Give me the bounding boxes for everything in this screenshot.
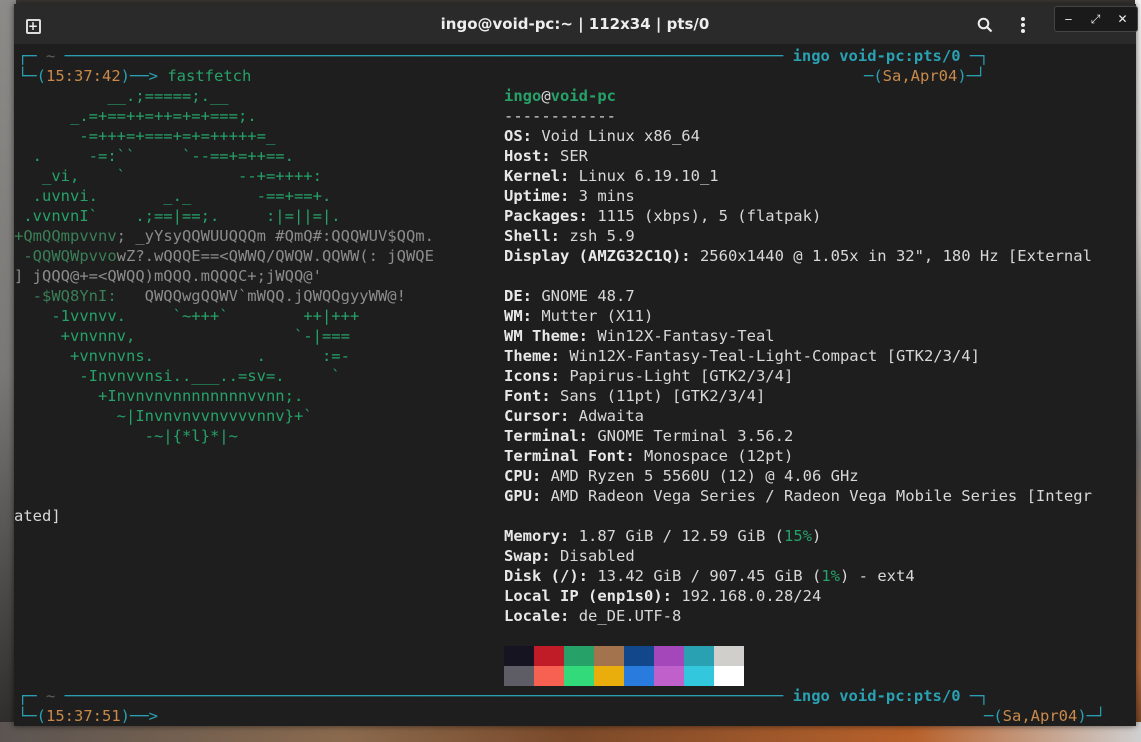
info-row: Display (AMZG32C1Q): 2560x1440 @ 1.05x i… <box>504 247 1092 265</box>
info-row: WM: Mutter (X11) <box>504 307 654 325</box>
search-icon <box>977 17 993 33</box>
info-local-ip: Local IP (enp1s0): 192.168.0.28/24 <box>504 587 822 605</box>
info-row: Terminal: GNOME Terminal 3.56.2 <box>504 427 794 445</box>
info-swap: Swap: Disabled <box>504 547 635 565</box>
search-button[interactable] <box>972 12 998 38</box>
logo-line: _vi, ` --+=++++: <box>14 167 322 185</box>
info-row: Shell: zsh 5.9 <box>504 227 635 245</box>
palette-swatch <box>594 646 624 666</box>
logo-line: +QmQQmpvvnv; _yYsyQQWUUQQQm #QmQ#:QQQWUV… <box>14 227 434 245</box>
terminal-content[interactable]: ┌─ ~ ───────────────────────────────────… <box>14 44 1136 726</box>
prompt2-command-line[interactable]: └─(15:37:51)──> <box>18 706 158 726</box>
minimize-icon: ‒ <box>1064 12 1073 26</box>
info-host: void-pc <box>550 87 616 105</box>
palette-swatch <box>534 646 564 666</box>
prompt-time: 15:37:42 <box>46 67 121 85</box>
close-icon: ✕ <box>1117 12 1128 26</box>
info-row: Cursor: Adwaita <box>504 407 644 425</box>
info-locale: Locale: de_DE.UTF-8 <box>504 607 682 625</box>
prompt-dir: ~ <box>46 47 56 65</box>
logo-line: .vvnvnI` .;==|==;. :|=||=|. <box>14 207 341 225</box>
info-row: Packages: 1115 (xbps), 5 (flatpak) <box>504 207 822 225</box>
logo-line: ~|Invnvnvvnvvvvnnv}+` <box>14 407 313 425</box>
info-memory: Memory: 1.87 GiB / 12.59 GiB (15%) <box>504 527 822 545</box>
prompt-user-host: ingo void-pc:pts/0 <box>792 47 961 65</box>
logo-line: -=+++=+===+=+=+++++=_ <box>14 127 276 145</box>
logo-line: +Invnvnvnnnnnnnnvvnn;. <box>14 387 304 405</box>
maximize-button[interactable]: ⤢ <box>1082 7 1109 31</box>
palette-swatch <box>684 646 714 666</box>
logo-line: +vnvnvns. . :=- <box>14 347 350 365</box>
info-separator: ------------ <box>504 107 616 125</box>
terminal-window: + ingo@void-pc:~ | 112x34 | pts/0 ‒ ⤢ ✕ … <box>14 4 1138 726</box>
info-row: OS: Void Linux x86_64 <box>504 127 700 145</box>
palette-swatch <box>714 646 744 666</box>
prompt-date: Sa,Apr04 <box>882 67 958 85</box>
logo-line: -QQWQWpvvowZ?.wQQQE==<QWWQ/QWQW.QQWW(: j… <box>14 247 434 265</box>
logo-line: .uvnvi. _._ -==+==+. <box>14 187 332 205</box>
logo-line: _.=+==++=++=+=+===;. <box>14 107 257 125</box>
logo-line: -$WQ8YnI: QWQQwgQQWV`mWQQ.jQWQQgyyWW@! <box>14 287 406 305</box>
prompt2-date-text: Sa,Apr04 <box>1002 707 1078 725</box>
logo-line: ] jQQQ@+=<QWQQ)mQQQ.mQQQC+;jWQQ@' <box>14 266 322 286</box>
palette-swatch <box>684 666 714 686</box>
prompt-command: fastfetch <box>167 67 252 85</box>
prompt2-date: ─(Sa,Apr04)─┘ <box>984 707 1106 725</box>
logo-line: __.;=====;.__ <box>14 87 229 105</box>
palette-swatch <box>534 666 564 686</box>
prompt1-command-line: └─(15:37:42)──> fastfetch <box>18 67 252 85</box>
wrapped-text: ated] <box>14 507 61 525</box>
palette-swatch <box>594 666 624 686</box>
window-controls: ‒ ⤢ ✕ <box>1054 6 1138 32</box>
palette-swatch <box>714 666 744 686</box>
logo-line: -Invnvvnsi..___..=sv=. ` <box>14 367 341 385</box>
logo-line: +vnvnnv, `-|=== <box>14 327 350 345</box>
close-button[interactable]: ✕ <box>1109 7 1136 31</box>
info-row: GPU: AMD Radeon Vega Series / Radeon Veg… <box>504 487 1092 505</box>
info-row: Terminal Font: Monospace (12pt) <box>504 447 794 465</box>
palette-swatch <box>654 646 684 666</box>
info-header: ingo@void-pc <box>504 86 616 106</box>
wrapped-logo-text: ] jQQQ@+=<QWQQ)mQQQ.mQQQC+;jWQQ@' <box>14 267 322 285</box>
title-bar[interactable]: + ingo@void-pc:~ | 112x34 | pts/0 ‒ ⤢ ✕ <box>14 4 1138 44</box>
prompt2-dir: ~ <box>46 687 56 705</box>
prompt2-top-line: ┌─ ~ ───────────────────────────────────… <box>18 687 989 705</box>
minimize-button[interactable]: ‒ <box>1055 7 1082 31</box>
prompt1-top-line: ┌─ ~ ───────────────────────────────────… <box>18 47 989 65</box>
info-row: Font: Sans (11pt) [GTK2/3/4] <box>504 387 766 405</box>
prompt2-time: 15:37:51 <box>46 707 121 725</box>
palette-swatch <box>564 646 594 666</box>
palette-swatch <box>654 666 684 686</box>
info-disk: Disk (/): 13.42 GiB / 907.45 GiB (1%) - … <box>504 567 915 585</box>
info-row: Host: SER <box>504 147 588 165</box>
info-row: Uptime: 3 mins <box>504 187 635 205</box>
info-row: WM Theme: Win12X-Fantasy-Teal <box>504 327 775 345</box>
maximize-icon: ⤢ <box>1090 12 1101 26</box>
info-row: CPU: AMD Ryzen 5 5560U (12) @ 4.06 GHz <box>504 467 859 485</box>
palette-swatch <box>504 666 534 686</box>
info-row: Kernel: Linux 6.19.10_1 <box>504 167 719 185</box>
prompt1-date: ─(Sa,Apr04)─┘ <box>864 67 986 85</box>
kebab-menu-icon <box>1021 17 1025 33</box>
info-row: Icons: Papirus-Light [GTK2/3/4] <box>504 367 794 385</box>
palette-swatch <box>564 666 594 686</box>
info-user: ingo <box>504 87 542 105</box>
palette-swatch <box>504 646 534 666</box>
logo-line: -1vvnvv. `~+++` ++|+++ <box>14 307 360 325</box>
logo-line: -~|{*l}*|~ <box>14 427 238 445</box>
palette-swatch <box>624 666 654 686</box>
logo-line: . -=:`` `--==+=++==. <box>14 147 294 165</box>
info-row: Theme: Win12X-Fantasy-Teal-Light-Compact… <box>504 347 980 365</box>
prompt2-user-host: ingo void-pc:pts/0 <box>792 687 961 705</box>
window-title: ingo@void-pc:~ | 112x34 | pts/0 <box>440 15 710 33</box>
palette-swatch <box>624 646 654 666</box>
menu-button[interactable] <box>1010 12 1036 38</box>
info-at: @ <box>541 87 551 105</box>
info-row: DE: GNOME 48.7 <box>504 287 635 305</box>
